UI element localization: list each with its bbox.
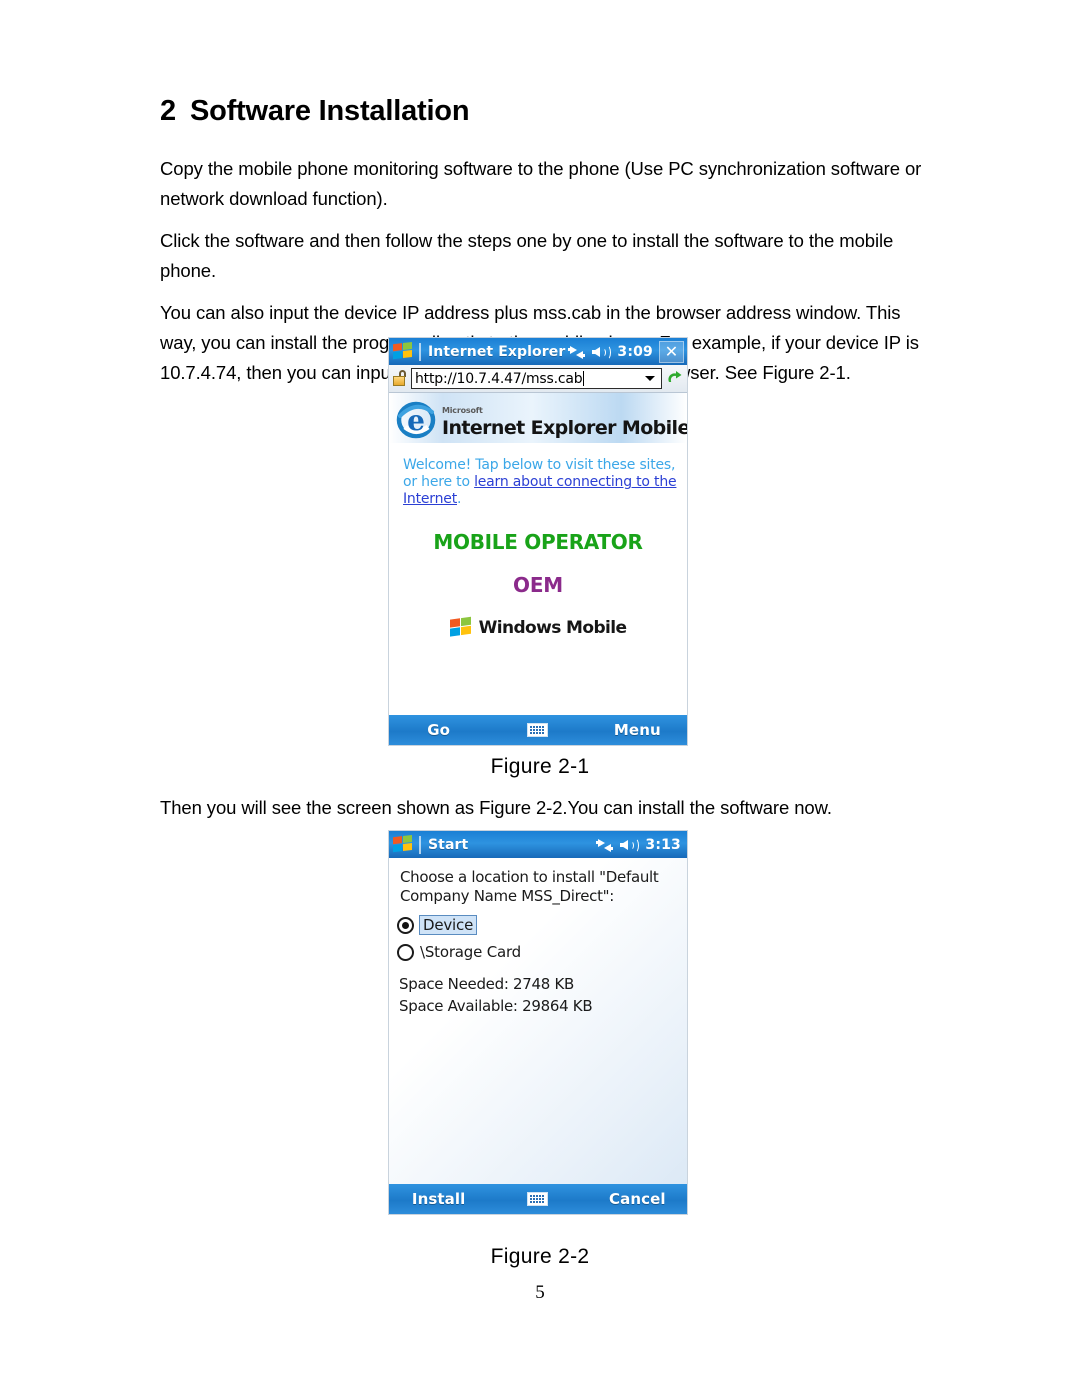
url-value: http://10.7.4.47/mss.cab (415, 370, 583, 387)
radio-option-device[interactable]: Device (397, 915, 687, 935)
start-title-bar: Start 3:13 (389, 831, 687, 858)
windows-flag-icon[interactable] (393, 834, 414, 855)
install-prompt: Choose a location to install "Default Co… (400, 868, 659, 905)
install-soft-key-bar: Install Cancel (389, 1184, 687, 1214)
space-needed-label: Space Needed: 2748 KB (399, 975, 575, 993)
figure-2-1-caption: Figure 2-1 (490, 755, 590, 778)
keyboard-icon (527, 723, 549, 737)
windows-mobile-logo: Windows Mobile (389, 616, 687, 639)
figure-2-2-caption: Figure 2-2 (490, 1245, 590, 1268)
windows-flag-icon (393, 341, 414, 362)
cancel-button[interactable]: Cancel (588, 1190, 687, 1208)
document-page: 2 Software Installation Copy the mobile p… (0, 0, 1080, 1397)
address-bar: http://10.7.4.47/mss.cab (389, 365, 687, 393)
text-caret (583, 371, 585, 386)
microsoft-label: Microsoft (442, 405, 483, 415)
title-divider (419, 342, 421, 361)
clock-label[interactable]: 3:09 (617, 344, 653, 360)
mobile-operator-link[interactable]: MOBILE OPERATOR (389, 530, 687, 554)
keyboard-button[interactable] (488, 1192, 587, 1206)
welcome-text: Welcome! Tap below to visit these sites,… (403, 457, 677, 508)
radio-label-storage-card: \Storage Card (420, 943, 522, 961)
radio-icon-selected[interactable] (397, 916, 414, 934)
oem-link[interactable]: OEM (389, 573, 687, 597)
radio-option-storage-card[interactable]: \Storage Card (397, 943, 687, 961)
ie-title-label: Internet Explorer (428, 343, 566, 360)
connectivity-icon[interactable] (568, 345, 586, 359)
paragraph-1: Copy the mobile phone monitoring softwar… (160, 157, 922, 209)
go-button[interactable]: Go (389, 721, 488, 739)
title-divider (419, 835, 421, 854)
ie-page-content: Welcome! Tap below to visit these sites,… (389, 443, 687, 715)
figure-2-1-screenshot: Internet Explorer 3:09 ✕ http://10.7.4.4… (388, 337, 688, 746)
ie-mobile-label: Internet Explorer Mobile (442, 416, 687, 439)
padlock-icon (393, 370, 409, 387)
status-icons: 3:13 (596, 837, 681, 853)
page-title: 2 Software Installation (160, 95, 925, 128)
keyboard-icon (527, 1192, 549, 1206)
connectivity-icon[interactable] (596, 838, 614, 852)
paragraph-4: Then you will see the screen shown as Fi… (160, 797, 832, 818)
space-available-label: Space Available: 29864 KB (399, 997, 593, 1015)
radio-label-device: Device (419, 915, 478, 935)
menu-button[interactable]: Menu (588, 721, 687, 739)
internet-explorer-e-icon: e (392, 396, 440, 440)
windows-flag-icon (449, 616, 474, 639)
refresh-go-icon[interactable] (665, 369, 684, 388)
speaker-icon[interactable] (592, 344, 612, 360)
keyboard-button[interactable] (488, 723, 587, 737)
start-label[interactable]: Start (428, 837, 468, 853)
status-icons: 3:09 (568, 344, 653, 360)
chevron-down-icon[interactable] (645, 376, 655, 381)
ie-banner-text: Microsoft Internet Explorer Mobile (442, 398, 687, 439)
page-number: 5 (535, 1282, 545, 1303)
clock-label[interactable]: 3:13 (645, 837, 681, 853)
radio-icon-unselected[interactable] (397, 943, 414, 961)
welcome-part2: . (457, 491, 462, 507)
install-button[interactable]: Install (389, 1190, 488, 1208)
ie-title-bar: Internet Explorer 3:09 ✕ (389, 338, 687, 365)
svg-text:e: e (407, 404, 425, 437)
ie-soft-key-bar: Go Menu (389, 715, 687, 745)
figure-2-2-screenshot: Start 3:13 Choose a location to install … (388, 830, 688, 1215)
heading-number: 2 (160, 95, 176, 127)
install-dialog-body: Choose a location to install "Default Co… (389, 858, 687, 1184)
heading-text: Software Installation (189, 95, 470, 127)
close-icon[interactable]: ✕ (659, 340, 684, 363)
ie-mobile-banner: e Microsoft Internet Explorer Mobile (389, 393, 687, 443)
windows-mobile-label: Windows Mobile (478, 618, 627, 638)
speaker-icon[interactable] (620, 837, 640, 853)
paragraph-2: Click the software and then follow the s… (160, 229, 894, 281)
url-input[interactable]: http://10.7.4.47/mss.cab (411, 368, 662, 389)
